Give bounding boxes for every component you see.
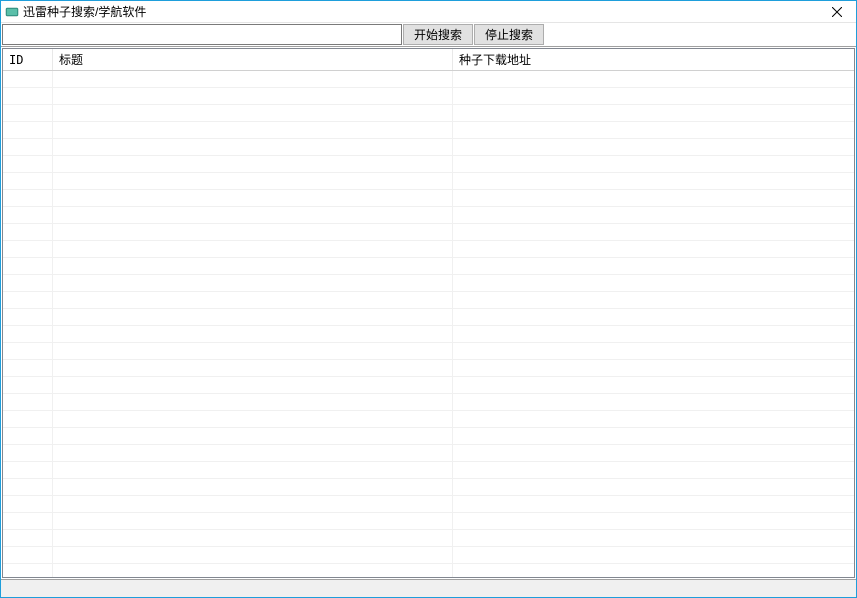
- column-header-title[interactable]: 标题: [53, 49, 453, 70]
- close-button[interactable]: [822, 2, 852, 22]
- app-window: 迅雷种子搜索/学航软件 开始搜索 停止搜索 ID 标题 种子下载地址: [0, 0, 857, 598]
- search-input[interactable]: [2, 24, 402, 45]
- table-row[interactable]: [3, 105, 854, 122]
- table-row[interactable]: [3, 343, 854, 360]
- window-title: 迅雷种子搜索/学航软件: [23, 3, 822, 20]
- column-header-id[interactable]: ID: [3, 49, 53, 70]
- table-row[interactable]: [3, 292, 854, 309]
- table-row[interactable]: [3, 122, 854, 139]
- start-search-button[interactable]: 开始搜索: [403, 24, 473, 45]
- close-icon: [832, 7, 842, 17]
- table-row[interactable]: [3, 71, 854, 88]
- table-row[interactable]: [3, 173, 854, 190]
- table-row[interactable]: [3, 496, 854, 513]
- table-row[interactable]: [3, 360, 854, 377]
- results-panel: ID 标题 种子下载地址: [2, 48, 855, 578]
- table-row[interactable]: [3, 462, 854, 479]
- table-row[interactable]: [3, 530, 854, 547]
- table-row[interactable]: [3, 428, 854, 445]
- table-row[interactable]: [3, 258, 854, 275]
- titlebar: 迅雷种子搜索/学航软件: [1, 1, 856, 23]
- table-row[interactable]: [3, 377, 854, 394]
- app-icon: [5, 5, 19, 19]
- table-row[interactable]: [3, 411, 854, 428]
- table-row[interactable]: [3, 156, 854, 173]
- table-row[interactable]: [3, 547, 854, 564]
- table-row[interactable]: [3, 445, 854, 462]
- table-row[interactable]: [3, 241, 854, 258]
- table-row[interactable]: [3, 394, 854, 411]
- table-body[interactable]: [3, 71, 854, 577]
- table-row[interactable]: [3, 88, 854, 105]
- stop-search-button[interactable]: 停止搜索: [474, 24, 544, 45]
- table-row[interactable]: [3, 224, 854, 241]
- table-row[interactable]: [3, 139, 854, 156]
- table-row[interactable]: [3, 513, 854, 530]
- column-header-download[interactable]: 种子下载地址: [453, 49, 854, 70]
- table-row[interactable]: [3, 309, 854, 326]
- statusbar: [1, 579, 856, 597]
- table-row[interactable]: [3, 326, 854, 343]
- table-row[interactable]: [3, 479, 854, 496]
- table-header: ID 标题 种子下载地址: [3, 49, 854, 71]
- table-row[interactable]: [3, 275, 854, 292]
- table-row[interactable]: [3, 564, 854, 577]
- table-row[interactable]: [3, 207, 854, 224]
- toolbar: 开始搜索 停止搜索: [1, 23, 856, 47]
- table-row[interactable]: [3, 190, 854, 207]
